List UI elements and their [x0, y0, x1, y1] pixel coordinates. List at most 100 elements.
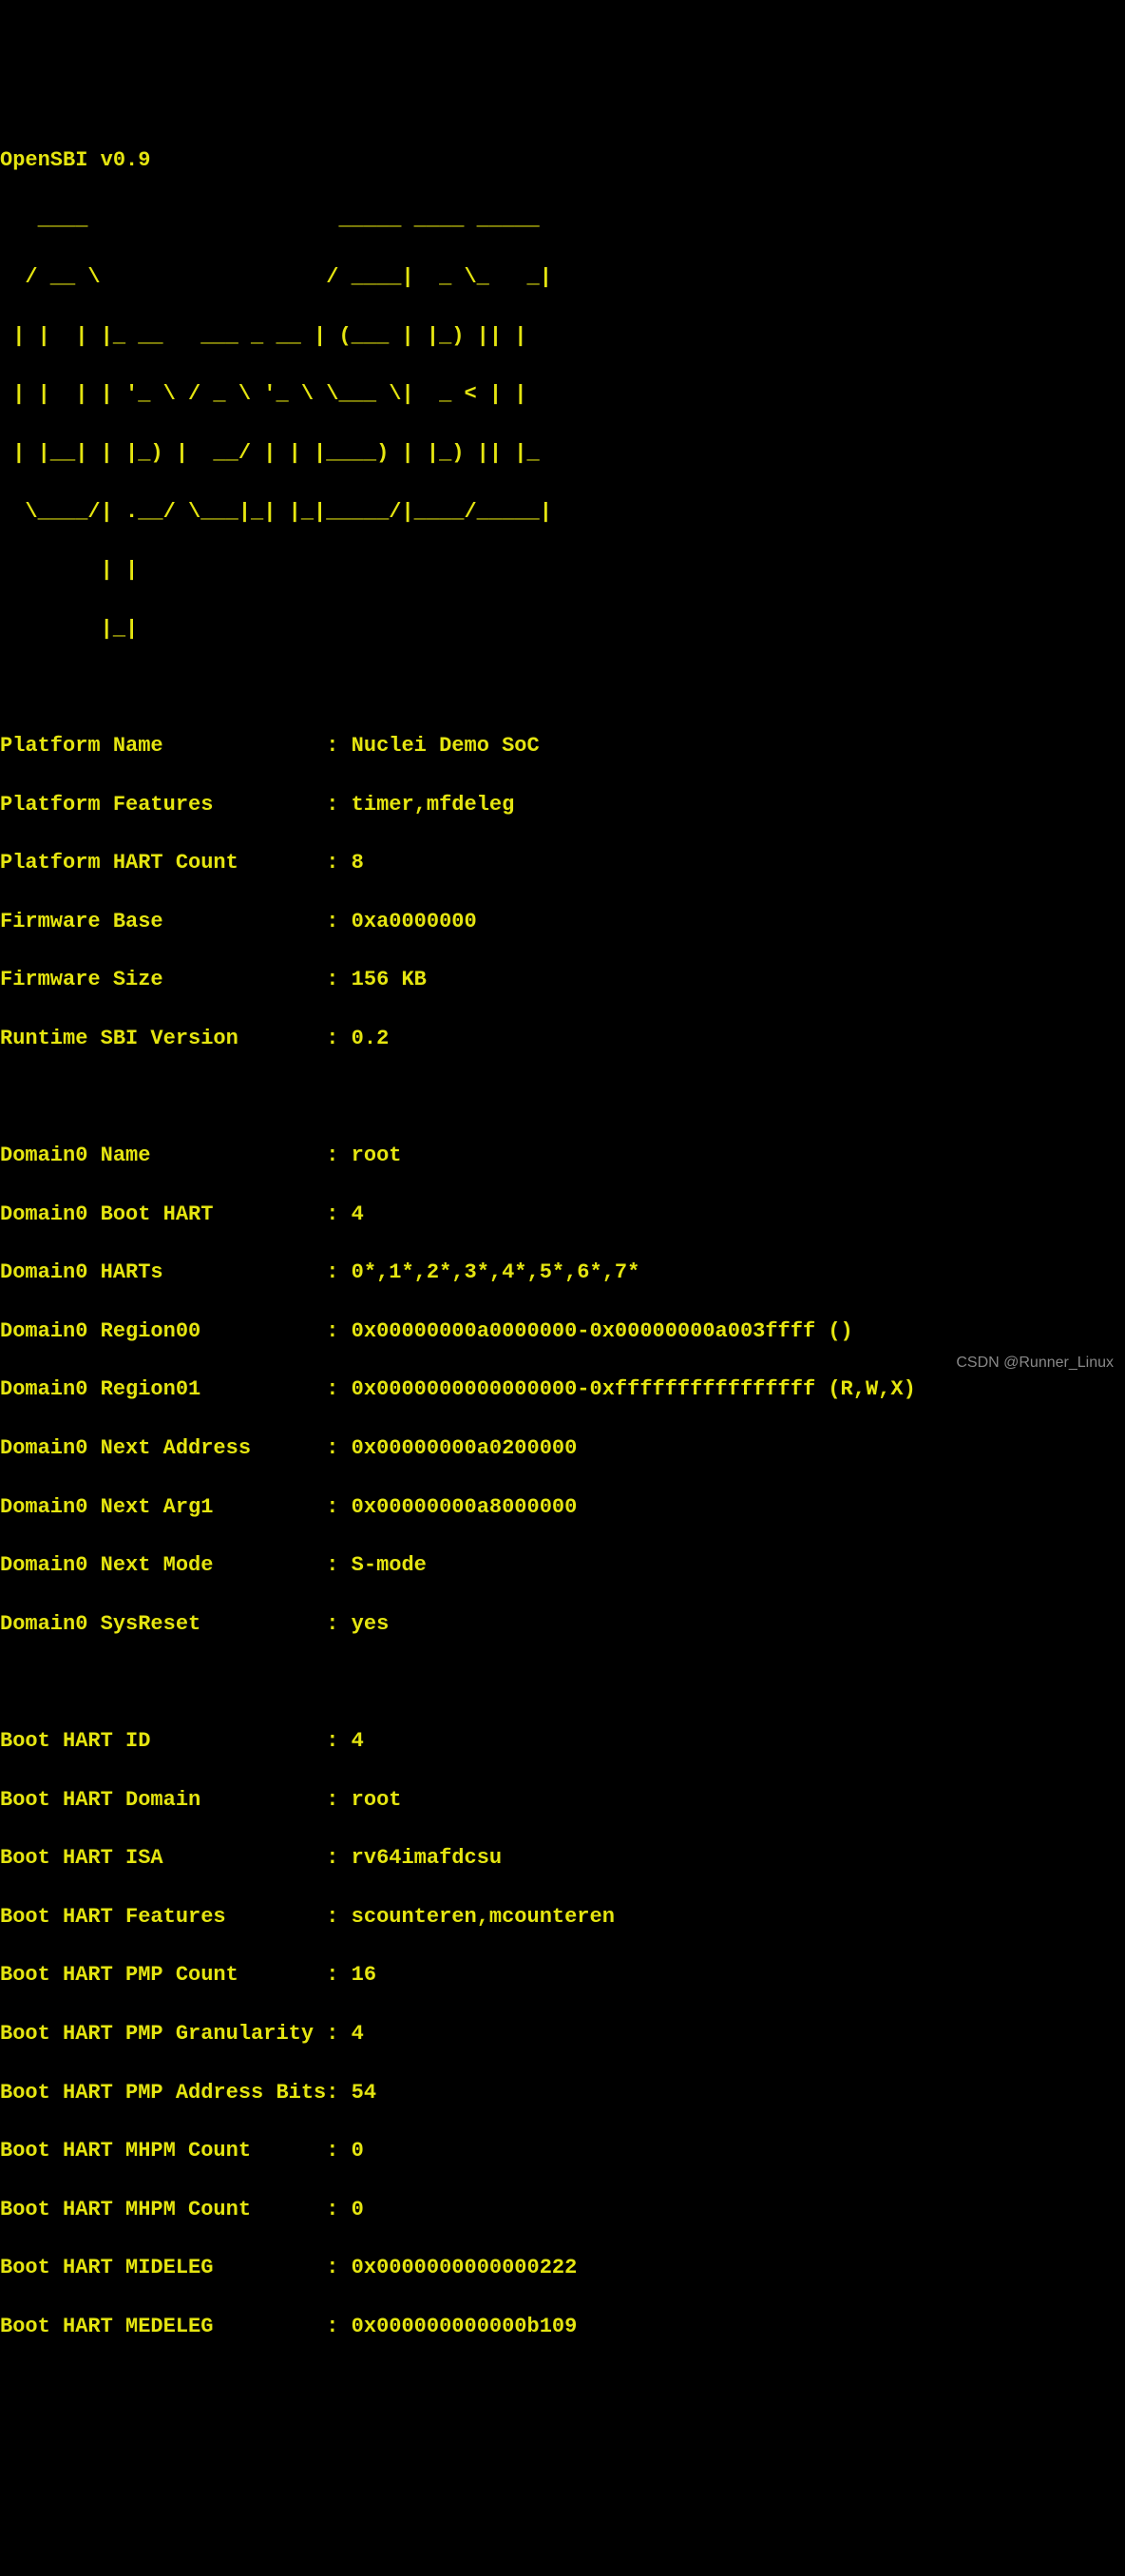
value: 16 [352, 1963, 376, 1987]
label: Boot HART MHPM Count [0, 2198, 326, 2221]
separator: : [326, 2022, 351, 2046]
domain-sysreset-row: Domain0 SysReset : yes [0, 1610, 1125, 1640]
label: Platform Name [0, 734, 326, 758]
value: 0x00000000a0200000 [352, 1436, 578, 1460]
label: Boot HART Domain [0, 1788, 326, 1812]
label: Domain0 Region00 [0, 1319, 326, 1343]
value: 0 [352, 2198, 364, 2221]
domain-name-row: Domain0 Name : root [0, 1142, 1125, 1171]
boot-mhpm-count-row: Boot HART MHPM Count : 0 [0, 2137, 1125, 2166]
separator: : [326, 968, 351, 991]
value: 4 [352, 1202, 364, 1226]
runtime-sbi-row: Runtime SBI Version : 0.2 [0, 1025, 1125, 1054]
ascii-art-line: \____/| .__/ \___|_| |_|_____/|____/____… [0, 498, 1125, 528]
value: 0x00000000a0000000-0x00000000a003ffff () [352, 1319, 853, 1343]
firmware-size-row: Firmware Size : 156 KB [0, 966, 1125, 995]
separator: : [326, 1202, 351, 1226]
platform-hart-count-row: Platform HART Count : 8 [0, 849, 1125, 878]
value: scounteren,mcounteren [352, 1905, 615, 1929]
label: Domain0 HARTs [0, 1260, 326, 1284]
boot-pmp-gran-row: Boot HART PMP Granularity : 4 [0, 2020, 1125, 2049]
boot-mhpm-count-row: Boot HART MHPM Count : 0 [0, 2196, 1125, 2225]
blank-line [0, 673, 1125, 702]
separator: : [326, 793, 351, 817]
label: Platform Features [0, 793, 326, 817]
value: root [352, 1144, 402, 1167]
value: S-mode [352, 1553, 427, 1577]
label: Boot HART Features [0, 1905, 326, 1929]
label: Domain0 Boot HART [0, 1202, 326, 1226]
separator: : [326, 2081, 351, 2105]
separator: : [326, 1729, 351, 1753]
separator: : [326, 1553, 351, 1577]
boot-hart-isa-row: Boot HART ISA : rv64imafdcsu [0, 1844, 1125, 1874]
label: Boot HART PMP Address Bits [0, 2081, 326, 2105]
label: Boot HART PMP Count [0, 1963, 326, 1987]
separator: : [326, 1963, 351, 1987]
boot-pmp-count-row: Boot HART PMP Count : 16 [0, 1961, 1125, 1990]
boot-mideleg-row: Boot HART MIDELEG : 0x0000000000000222 [0, 2254, 1125, 2283]
boot-pmp-addr-bits-row: Boot HART PMP Address Bits: 54 [0, 2079, 1125, 2108]
value: 0 [352, 2139, 364, 2163]
label: Boot HART ISA [0, 1846, 326, 1870]
boot-hart-id-row: Boot HART ID : 4 [0, 1727, 1125, 1757]
label: Domain0 Name [0, 1144, 326, 1167]
boot-hart-domain-row: Boot HART Domain : root [0, 1786, 1125, 1816]
separator: : [326, 1144, 351, 1167]
domain-harts-row: Domain0 HARTs : 0*,1*,2*,3*,4*,5*,6*,7* [0, 1259, 1125, 1288]
value: 0*,1*,2*,3*,4*,5*,6*,7* [352, 1260, 640, 1284]
label: Runtime SBI Version [0, 1027, 326, 1050]
value: yes [352, 1612, 390, 1636]
separator: : [326, 851, 351, 875]
separator: : [326, 2198, 351, 2221]
boot-hart-features-row: Boot HART Features : scounteren,mcounter… [0, 1903, 1125, 1932]
domain-next-mode-row: Domain0 Next Mode : S-mode [0, 1551, 1125, 1581]
value: 0x00000000a8000000 [352, 1495, 578, 1519]
label: Platform HART Count [0, 851, 326, 875]
value: timer,mfdeleg [352, 793, 515, 817]
blank-line [0, 1668, 1125, 1698]
label: Domain0 SysReset [0, 1612, 326, 1636]
blank-line [0, 1083, 1125, 1112]
ascii-art-line: | | | |_ __ ___ _ __ | (___ | |_) || | [0, 322, 1125, 352]
separator: : [326, 1495, 351, 1519]
value: 8 [352, 851, 364, 875]
value: 4 [352, 2022, 364, 2046]
ascii-art-line: |_| [0, 615, 1125, 644]
separator: : [326, 2315, 351, 2338]
separator: : [326, 1377, 351, 1401]
separator: : [326, 1319, 351, 1343]
separator: : [326, 2139, 351, 2163]
separator: : [326, 1846, 351, 1870]
watermark: CSDN @Runner_Linux [956, 1353, 1114, 1374]
value: 0x0000000000000222 [352, 2256, 578, 2279]
separator: : [326, 1788, 351, 1812]
label: Boot HART MEDELEG [0, 2315, 326, 2338]
domain-region00-row: Domain0 Region00 : 0x00000000a0000000-0x… [0, 1317, 1125, 1347]
label: Firmware Size [0, 968, 326, 991]
label: Domain0 Region01 [0, 1377, 326, 1401]
label: Domain0 Next Arg1 [0, 1495, 326, 1519]
ascii-art-line: | | [0, 556, 1125, 586]
separator: : [326, 1612, 351, 1636]
ascii-art-line: | |__| | |_) | __/ | | |____) | |_) || |… [0, 439, 1125, 469]
domain-boot-hart-row: Domain0 Boot HART : 4 [0, 1201, 1125, 1230]
value: 0.2 [352, 1027, 390, 1050]
value: 0xa0000000 [352, 910, 477, 933]
ascii-art-line: ____ _____ ____ _____ [0, 205, 1125, 235]
platform-features-row: Platform Features : timer,mfdeleg [0, 791, 1125, 820]
value: root [352, 1788, 402, 1812]
domain-next-arg1-row: Domain0 Next Arg1 : 0x00000000a8000000 [0, 1493, 1125, 1523]
label: Boot HART MHPM Count [0, 2139, 326, 2163]
value: 0x000000000000b109 [352, 2315, 578, 2338]
separator: : [326, 734, 351, 758]
value: 4 [352, 1729, 364, 1753]
label: Boot HART PMP Granularity [0, 2022, 326, 2046]
label: Boot HART ID [0, 1729, 326, 1753]
ascii-art-line: / __ \ / ____| _ \_ _| [0, 263, 1125, 293]
separator: : [326, 1436, 351, 1460]
separator: : [326, 1027, 351, 1050]
label: Domain0 Next Address [0, 1436, 326, 1460]
terminal-output: OpenSBI v0.9 ____ _____ ____ _____ / __ … [0, 117, 1125, 2371]
separator: : [326, 2256, 351, 2279]
